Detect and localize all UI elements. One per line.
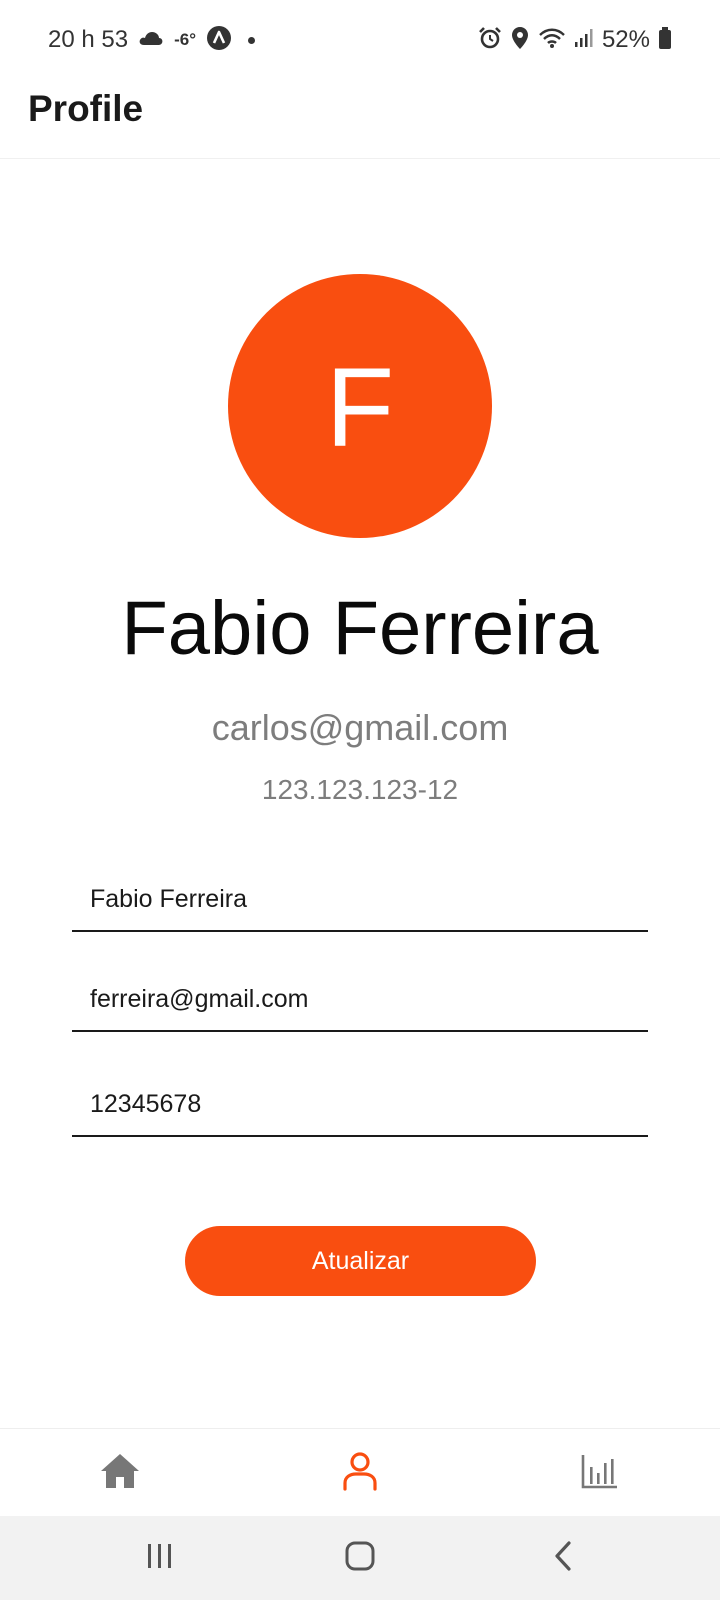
cloud-icon (138, 29, 164, 52)
app-bar: Profile (0, 80, 720, 159)
page-title: Profile (28, 88, 144, 129)
status-time: 20 h 53 (48, 26, 129, 53)
profile-email: carlos@gmail.com (211, 707, 509, 748)
home-icon (99, 1452, 141, 1495)
update-button[interactable]: Atualizar (185, 1226, 536, 1296)
back-icon (552, 1540, 574, 1577)
system-nav-bar (0, 1516, 720, 1600)
profile-name: Fabio Ferreira (121, 586, 599, 671)
nav-item-stats[interactable] (480, 1429, 720, 1517)
name-field[interactable] (72, 868, 648, 932)
user-icon (342, 1451, 378, 1496)
profile-document: 123.123.123-12 (261, 774, 459, 805)
email-field[interactable] (72, 968, 648, 1032)
notification-dot-icon (248, 36, 255, 44)
recent-apps-icon (145, 1543, 175, 1574)
battery-percent: 52% (601, 26, 650, 53)
system-back-button[interactable] (503, 1516, 623, 1600)
alarm-icon (478, 26, 502, 55)
status-bar: 20 h 53 -6° 52% (0, 0, 720, 80)
bottom-nav (0, 1428, 720, 1517)
status-right: 52% (478, 24, 672, 56)
profile-screen: 20 h 53 -6° 52% Profile F Fabio Ferreira… (0, 0, 720, 1600)
home-circle-icon (344, 1540, 376, 1577)
navigation-app-icon (206, 25, 232, 56)
system-home-button[interactable] (300, 1516, 420, 1600)
nav-item-profile[interactable] (240, 1429, 480, 1517)
avatar: F (228, 274, 492, 538)
bar-chart-icon (581, 1453, 619, 1494)
password-field[interactable] (72, 1073, 648, 1137)
battery-icon (658, 26, 672, 55)
status-temperature: -6° (174, 30, 196, 49)
status-left: 20 h 53 -6° (48, 24, 255, 56)
signal-icon (574, 28, 594, 53)
avatar-initial: F (325, 345, 395, 470)
recent-apps-button[interactable] (100, 1516, 220, 1600)
wifi-icon (538, 27, 566, 54)
location-icon (510, 26, 530, 55)
nav-item-home[interactable] (0, 1429, 240, 1517)
